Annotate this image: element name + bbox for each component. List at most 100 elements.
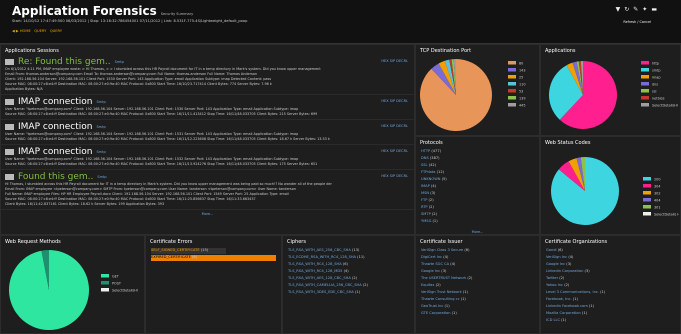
session-tag[interactable]: Smtp — [96, 100, 105, 104]
session-item[interactable]: Re: Found this gem.. Smtp HEX SIP DECRL On … — [1, 55, 414, 95]
legend-swatch — [641, 82, 649, 86]
list-item-count: (5) — [441, 177, 447, 181]
ciphers-list-item[interactable]: TLS_RSA_WITH_CAMELLIA_256_CBC_SHA (2) — [288, 283, 409, 290]
filter-icon[interactable]: ▼ — [616, 6, 625, 13]
protocols-list-item[interactable]: SSL (42) — [421, 163, 534, 170]
ciphers-list-item[interactable]: TLS_RSA_WITH_RC4_128_SHA (6) — [288, 262, 409, 269]
session-name[interactable]: IMAP connection — [18, 97, 92, 107]
protocols-list-item[interactable]: IMAP (4) — [421, 184, 534, 191]
legend-label: SelectDetailsHI — [112, 288, 138, 292]
certorgs-list-item[interactable]: Level 3 Communications, Inc. (1) — [546, 290, 675, 297]
legend-label: 302 — [654, 191, 660, 195]
session-links[interactable]: HEX SIP DECRL — [381, 99, 408, 103]
session-tag[interactable]: Smtp — [96, 150, 105, 154]
session-item[interactable]: Found this gem.. Smtp HEX SIP DECRL Hi Thom… — [1, 170, 414, 210]
legend-swatch — [643, 205, 651, 209]
session-name[interactable]: Re: Found this gem.. — [18, 57, 111, 67]
sessions-more-link[interactable]: More... — [1, 212, 414, 216]
protocols-list-item[interactable]: MSN (3) — [421, 191, 534, 198]
nav-home[interactable]: HOME — [20, 29, 31, 33]
refresh-cancel-link[interactable]: Refresh / Cancel — [623, 20, 651, 24]
certorgs-list-item[interactable]: Gandi (6) — [546, 248, 675, 255]
ciphers-list-item[interactable]: TLS_RSA_WITH_AES_256_CBC_SHA (13) — [288, 248, 409, 255]
certissuer-list-item[interactable]: GTE Corporation (1) — [421, 311, 534, 318]
ciphers-list-item[interactable]: TLS_ECDHE_RSA_WITH_RC4_128_SHA (11) — [288, 255, 409, 262]
session-header: IMAP connection Smtp — [5, 147, 410, 157]
legend-label: 53 — [519, 89, 523, 93]
list-item-label: MSN — [421, 191, 430, 195]
cert-error-item[interactable]: SELF_SIGNED_CERTIFICATE (15) — [151, 248, 276, 254]
cert-error-count: (15) — [200, 248, 209, 252]
certissuer-list-item[interactable]: GeoTrust Inc (1) — [421, 304, 534, 311]
session-item[interactable]: IMAP connection Smtp HEX SIP DECRL User Nam… — [1, 95, 414, 120]
list-item-count: (6) — [464, 248, 470, 252]
cert-issuer-title: Certificate Issuer — [420, 239, 463, 245]
protocols-list-item[interactable]: FTPdata (12) — [421, 170, 534, 177]
refresh-icon[interactable]: ↻ — [624, 6, 633, 13]
session-name[interactable]: IMAP connection — [18, 147, 92, 157]
certorgs-list-item[interactable]: ICD LLC (1) — [546, 318, 675, 325]
session-item[interactable]: IMAP connection Smtp HEX SIP DECRL User Nam… — [1, 120, 414, 145]
applications-chart: http smtp imap dns ssl netbios SelectDetailsHI — [549, 61, 678, 129]
session-name[interactable]: IMAP connection — [18, 122, 92, 132]
legend-swatch — [508, 103, 516, 107]
settings-icon[interactable]: ✎ — [633, 6, 642, 13]
protocols-list-item[interactable]: HTTP (477) — [421, 149, 534, 156]
session-item[interactable]: IMAP connection Smtp HEX SIP DECRL User Nam… — [1, 145, 414, 170]
list-item-label: Google Inc — [421, 269, 441, 273]
app-root: Application Forensics Security Summary St… — [0, 0, 681, 334]
certissuer-list-item[interactable]: DigiCert Inc (4) — [421, 255, 534, 262]
certorgs-list-item[interactable]: Twitter (2) — [546, 276, 675, 283]
certorgs-list-item[interactable]: Facebook, Inc. (1) — [546, 297, 675, 304]
legend-label: 25 — [519, 75, 523, 79]
session-links[interactable]: HEX SIP DECRL — [381, 124, 408, 128]
legend-label: GET — [112, 274, 120, 278]
protocols-list-item[interactable]: FTP (2) — [421, 198, 534, 205]
certissuer-list-item[interactable]: VeriSign Trust Network (1) — [421, 290, 534, 297]
ciphers-list-item[interactable]: TLS_RSA_WITH_3DES_EDE_CBC_SHA (1) — [288, 290, 409, 297]
cert-error-label: SELF_SIGNED_CERTIFICATE — [151, 248, 200, 252]
certissuer-list-item[interactable]: Thawte SGC CA (4) — [421, 262, 534, 269]
list-item-label: Thawte Consulting cc — [421, 297, 460, 301]
certorgs-list-item[interactable]: VeriSign Inc (4) — [546, 255, 675, 262]
forward-icon[interactable]: ▶ — [16, 29, 19, 33]
export-icon[interactable]: ▬ — [651, 6, 661, 13]
protocols-list-item[interactable]: SMTP (2) — [421, 212, 534, 219]
protocols-list-item[interactable]: UNKNOWN (5) — [421, 177, 534, 184]
nav-query-2[interactable]: QUERY — [50, 29, 62, 33]
certorgs-list-item[interactable]: Google Inc (3) — [546, 262, 675, 269]
cert-errors-panel: Certificate Errors SELF_SIGNED_CERTIFICA… — [145, 235, 282, 334]
certissuer-list-item[interactable]: VeriSign Class 3 Secure (6) — [421, 248, 534, 255]
nav-query[interactable]: QUERY — [34, 29, 46, 33]
certorgs-list-item[interactable]: Linkedin Corporation (3) — [546, 269, 675, 276]
legend-swatch — [101, 288, 109, 292]
certissuer-list-item[interactable]: The USERTRUST Network (2) — [421, 276, 534, 283]
session-links[interactable]: HEX SIP DECRL — [381, 174, 408, 178]
session-links[interactable]: HEX SIP DECRL — [381, 149, 408, 153]
certissuer-list-item[interactable]: Google Inc (3) — [421, 269, 534, 276]
session-header: Found this gem.. Smtp — [5, 172, 410, 182]
back-icon[interactable]: ◀ — [12, 29, 15, 33]
ciphers-list-item[interactable]: TLS_RSA_WITH_RC4_128_MD5 (4) — [288, 269, 409, 276]
session-tag[interactable]: Smtp — [96, 125, 105, 129]
protocols-list-item[interactable]: YMSG (1) — [421, 219, 534, 226]
pin-icon[interactable]: ✦ — [642, 6, 651, 13]
protocols-title: Protocols — [420, 140, 443, 146]
session-tag[interactable]: Smtp — [97, 175, 106, 179]
protocols-list-item[interactable]: RTP (2) — [421, 205, 534, 212]
ciphers-list-item[interactable]: TLS_RSA_WITH_AES_128_CBC_SHA (2) — [288, 276, 409, 283]
certissuer-list-item[interactable]: Thawte Consulting cc (1) — [421, 297, 534, 304]
list-item-label: Facebook, Inc. — [546, 297, 572, 301]
protocols-more-link[interactable]: More... — [416, 230, 539, 234]
session-tag[interactable]: Smtp — [115, 60, 124, 64]
session-name[interactable]: Found this gem.. — [18, 172, 93, 182]
certorgs-list-item[interactable]: Yahoo Inc (2) — [546, 283, 675, 290]
cert-error-item[interactable]: EXPIRED_CERTIFICATE (6) — [151, 255, 276, 261]
list-item-label: UNKNOWN — [421, 177, 441, 181]
certorgs-list-item[interactable]: Linkedin Facebook.com (1) — [546, 304, 675, 311]
certissuer-list-item[interactable]: Equifax (2) — [421, 283, 534, 290]
legend-label: 200 — [654, 177, 660, 181]
certorgs-list-item[interactable]: Mozilla Corporation (1) — [546, 311, 675, 318]
session-links[interactable]: HEX SIP DECRL — [381, 59, 408, 63]
protocols-list-item[interactable]: DNS (387) — [421, 156, 534, 163]
